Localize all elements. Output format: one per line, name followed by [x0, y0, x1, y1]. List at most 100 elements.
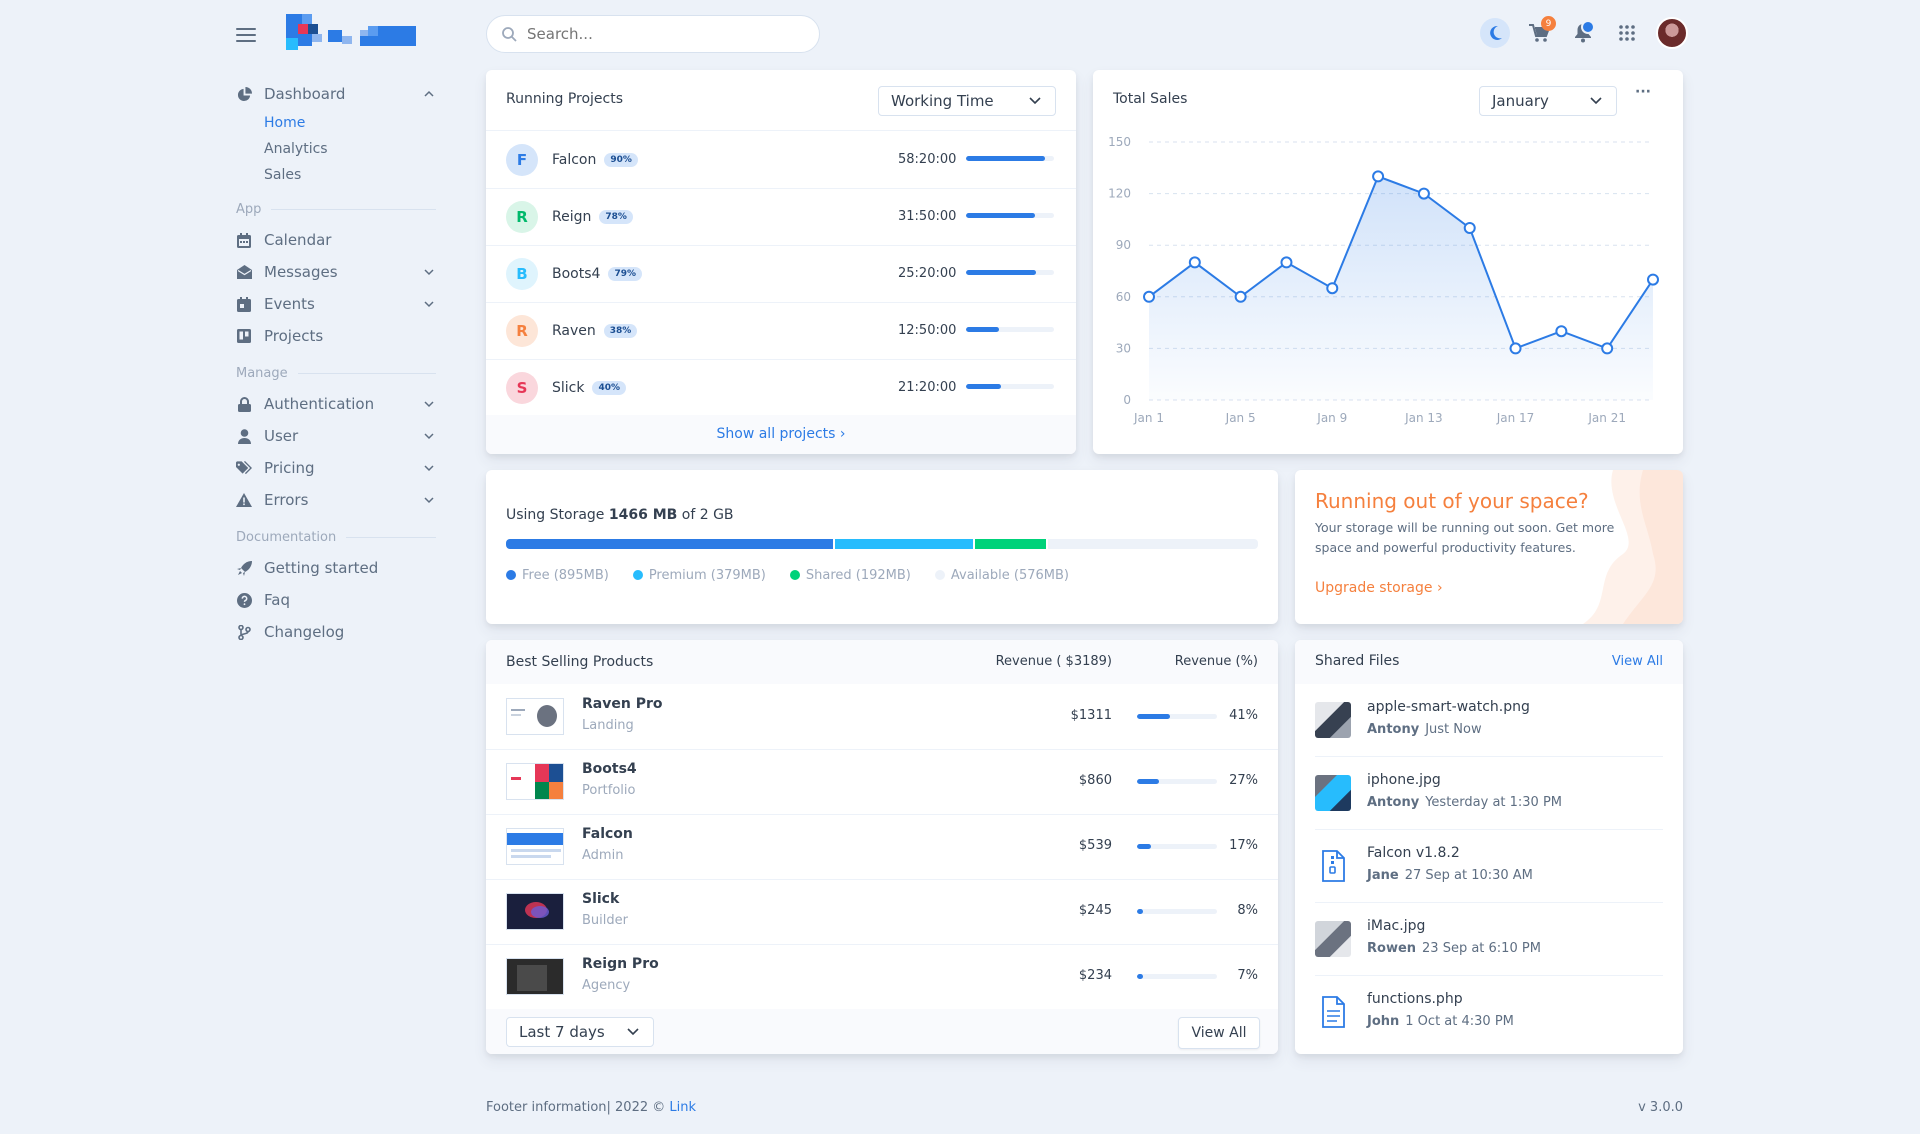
table-row[interactable]: Boots4 Portfolio $860 27%	[486, 749, 1278, 815]
search-icon	[502, 27, 517, 42]
view-all-files-link[interactable]: View All	[1612, 654, 1663, 669]
sidebar-item-label: Messages	[264, 263, 338, 281]
table-row[interactable]: Falcon Admin $539 17%	[486, 814, 1278, 880]
project-name[interactable]: Boots4	[552, 266, 600, 282]
sidebar-item-label: Authentication	[264, 395, 375, 413]
sidebar-item-getting-started[interactable]: Getting started	[236, 552, 436, 584]
list-item[interactable]: iphone.jpg Antony Yesterday at 1:30 PM	[1315, 757, 1663, 830]
sidebar-item-faq[interactable]: Faq	[236, 584, 436, 616]
select-value: Last 7 days	[519, 1023, 605, 1041]
sidebar-item-pricing[interactable]: Pricing	[236, 452, 436, 484]
project-avatar: R	[506, 200, 538, 233]
project-name[interactable]: Raven	[552, 323, 596, 339]
sidebar-subitem-analytics[interactable]: Analytics	[236, 136, 436, 162]
footer-link[interactable]: Link	[669, 1100, 696, 1115]
x-tick-label: Jan 21	[1587, 411, 1626, 425]
chevron-right-icon: ›	[839, 426, 846, 442]
more-options-button[interactable]: ···	[1635, 84, 1651, 100]
file-time: 23 Sep at 6:10 PM	[1422, 941, 1541, 956]
shared-files-card: Shared Files View All apple-smart-watch.…	[1295, 640, 1683, 1054]
list-item[interactable]: functions.php John 1 Oct at 4:30 PM	[1315, 976, 1663, 1048]
sidebar-subitem-sales[interactable]: Sales	[236, 162, 436, 188]
sidebar-section-manage: Manage	[236, 358, 436, 388]
code-branch-icon	[236, 624, 252, 640]
sidebar-item-authentication[interactable]: Authentication	[236, 388, 436, 420]
menu-toggle-icon[interactable]	[236, 28, 256, 42]
column-header-revenue[interactable]: Revenue ( $3189)	[996, 654, 1112, 669]
product-name[interactable]: Reign Pro	[582, 956, 659, 972]
data-point	[1601, 342, 1614, 355]
project-name[interactable]: Reign	[552, 209, 591, 225]
link-label: Upgrade storage	[1315, 580, 1433, 596]
cart-button[interactable]: 9	[1524, 16, 1556, 48]
sidebar-item-user[interactable]: User	[236, 420, 436, 452]
progress-fill	[1137, 714, 1170, 719]
list-item[interactable]: iMac.jpg Rowen 23 Sep at 6:10 PM	[1315, 903, 1663, 976]
project-name[interactable]: Falcon	[552, 152, 596, 168]
sidebar-item-calendar[interactable]: Calendar	[236, 224, 436, 256]
column-header-revenue-pct[interactable]: Revenue (%)	[1175, 654, 1258, 669]
project-name[interactable]: Slick	[552, 380, 584, 396]
legend-dot	[506, 570, 516, 580]
product-name[interactable]: Falcon	[582, 826, 633, 842]
apps-button[interactable]	[1612, 18, 1642, 48]
top-icons: 9	[1480, 16, 1688, 50]
search-box[interactable]	[486, 15, 820, 53]
list-item[interactable]: apple-smart-watch.png Antony Just Now	[1315, 684, 1663, 757]
running-projects-card: Running Projects Working Time F Falcon 90%…	[486, 70, 1076, 454]
product-name[interactable]: Boots4	[582, 761, 637, 777]
sidebar-item-messages[interactable]: Messages	[236, 256, 436, 288]
revenue-share-bar	[1137, 779, 1217, 784]
product-name[interactable]: Slick	[582, 891, 619, 907]
working-time-select[interactable]: Working Time	[878, 86, 1056, 116]
date-range-select[interactable]: Last 7 days	[506, 1017, 654, 1047]
table-row[interactable]: Slick Builder $245 8%	[486, 879, 1278, 945]
file-name[interactable]: functions.php	[1367, 991, 1463, 1007]
project-row[interactable]: S Slick 40% 21:20:00	[486, 359, 1076, 417]
sidebar-item-label: Projects	[264, 327, 324, 345]
project-avatar: S	[506, 371, 538, 404]
search-input[interactable]	[525, 24, 789, 44]
card-footer: Last 7 days View All	[486, 1009, 1278, 1054]
sidebar-item-label: Calendar	[264, 231, 332, 249]
data-point	[1372, 170, 1385, 183]
rocket-icon	[236, 560, 252, 576]
file-meta: Rowen 23 Sep at 6:10 PM	[1367, 941, 1541, 956]
notifications-button[interactable]	[1568, 18, 1598, 48]
project-row[interactable]: B Boots4 79% 25:20:00	[486, 245, 1076, 303]
file-name[interactable]: Falcon v1.8.2	[1367, 845, 1460, 861]
data-point	[1463, 222, 1476, 234]
file-name[interactable]: iphone.jpg	[1367, 772, 1441, 788]
table-row[interactable]: Raven Pro Landing $1311 41%	[486, 684, 1278, 750]
sidebar-item-projects[interactable]: Projects	[236, 320, 436, 352]
avatar[interactable]	[1656, 17, 1688, 49]
select-value: Working Time	[891, 92, 994, 110]
view-all-products-button[interactable]: View All	[1178, 1017, 1260, 1049]
file-name[interactable]: apple-smart-watch.png	[1367, 699, 1530, 715]
table-row[interactable]: Reign Pro Agency $234 7%	[486, 944, 1278, 1010]
progress-fill	[966, 327, 1000, 332]
sidebar-subitem-home[interactable]: Home	[236, 110, 436, 136]
sidebar-item-dashboard[interactable]: Dashboard	[236, 78, 436, 110]
card-title: Total Sales	[1113, 91, 1188, 107]
project-percent-badge: 78%	[599, 209, 633, 224]
project-progress-bar	[966, 384, 1054, 389]
sidebar-item-changelog[interactable]: Changelog	[236, 616, 436, 648]
y-tick-label: 150	[1108, 135, 1131, 149]
file-name[interactable]: iMac.jpg	[1367, 918, 1425, 934]
sidebar-item-errors[interactable]: Errors	[236, 484, 436, 516]
data-point	[1188, 256, 1201, 269]
logo[interactable]	[284, 14, 424, 52]
list-item[interactable]: Falcon v1.8.2 Jane 27 Sep at 10:30 AM	[1315, 830, 1663, 903]
version-label: v 3.0.0	[1638, 1100, 1683, 1115]
theme-toggle-button[interactable]	[1480, 18, 1510, 48]
project-row[interactable]: R Raven 38% 12:50:00	[486, 302, 1076, 360]
show-all-projects-link[interactable]: Show all projects ›	[717, 426, 846, 442]
upgrade-storage-link[interactable]: Upgrade storage ›	[1315, 580, 1443, 596]
legend-label: Shared (192MB)	[805, 568, 911, 583]
sidebar-item-events[interactable]: Events	[236, 288, 436, 320]
project-row[interactable]: F Falcon 90% 58:20:00	[486, 131, 1076, 189]
project-row[interactable]: R Reign 78% 31:50:00	[486, 188, 1076, 246]
month-select[interactable]: January	[1479, 86, 1617, 116]
product-name[interactable]: Raven Pro	[582, 696, 662, 712]
